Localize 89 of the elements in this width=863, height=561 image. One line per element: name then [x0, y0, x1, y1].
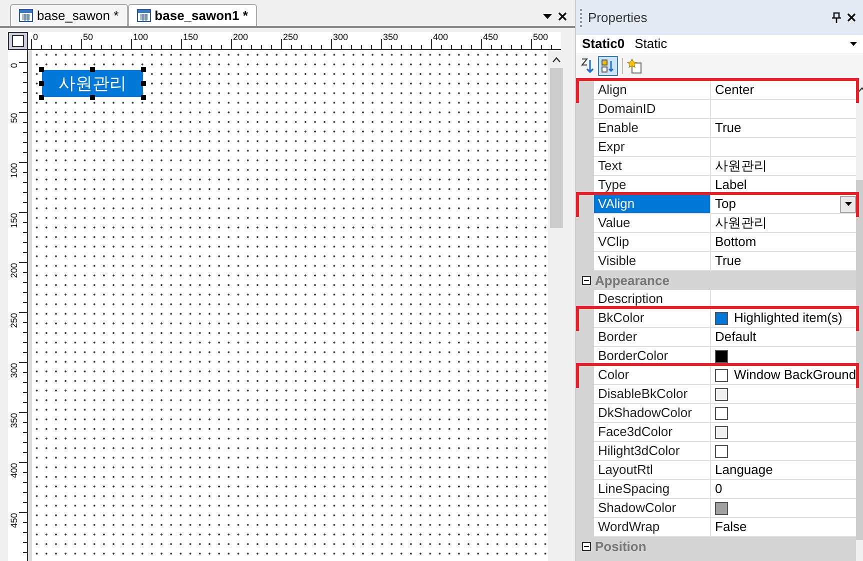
- ruler-label: 350: [383, 32, 398, 42]
- panel-title: Properties: [588, 8, 648, 27]
- property-name[interactable]: Expr: [594, 138, 711, 157]
- collapse-icon[interactable]: [582, 276, 591, 285]
- ruler-label: 450: [9, 513, 19, 528]
- property-value[interactable]: 0: [711, 480, 856, 499]
- ruler-label: 250: [283, 32, 298, 42]
- form-icon: [136, 9, 151, 22]
- close-icon[interactable]: [847, 13, 856, 22]
- property-name[interactable]: Value: [594, 214, 711, 233]
- pin-icon[interactable]: [832, 12, 841, 23]
- ruler-label: 100: [133, 32, 148, 42]
- scroll-up-icon[interactable]: [552, 57, 561, 63]
- property-name[interactable]: Text: [594, 157, 711, 176]
- property-value[interactable]: Top: [711, 195, 856, 214]
- category-label: Appearance: [595, 272, 670, 290]
- resize-handle[interactable]: [90, 95, 95, 100]
- dropdown-icon[interactable]: [543, 14, 552, 19]
- form-icon: [19, 9, 33, 22]
- property-value[interactable]: False: [711, 518, 856, 537]
- ruler-label: 150: [183, 32, 198, 42]
- ruler-label: 450: [483, 32, 498, 42]
- resize-handle[interactable]: [39, 67, 44, 72]
- design-canvas[interactable]: 사원관리: [28, 50, 565, 561]
- resize-handle[interactable]: [39, 81, 44, 86]
- ruler-label: 350: [9, 413, 19, 428]
- property-value[interactable]: Highlighted item(s): [711, 309, 856, 328]
- property-name[interactable]: ShadowColor: [594, 499, 711, 518]
- property-name[interactable]: DkShadowColor: [594, 404, 711, 423]
- document-tab[interactable]: base_sawon1 *: [128, 4, 257, 26]
- scroll-thumb[interactable]: [550, 68, 563, 228]
- ruler-label: 0: [33, 32, 38, 42]
- scrollbar[interactable]: [548, 50, 565, 561]
- caret-icon: [844, 202, 852, 206]
- categorized-button[interactable]: [598, 56, 618, 76]
- property-value[interactable]: 사원관리: [711, 157, 856, 176]
- resize-handle[interactable]: [141, 81, 146, 86]
- category-label: Position: [595, 538, 646, 556]
- property-name[interactable]: Face3dColor: [594, 423, 711, 442]
- resize-handle[interactable]: [141, 67, 146, 72]
- property-name[interactable]: LineSpacing: [594, 480, 711, 499]
- ruler-label: 500: [533, 32, 548, 42]
- static-label[interactable]: 사원관리: [42, 70, 143, 97]
- ruler-label: 0: [9, 63, 19, 68]
- dropdown-button[interactable]: [840, 196, 856, 212]
- ruler-label: 50: [9, 113, 19, 124]
- property-name[interactable]: Border: [594, 328, 711, 347]
- property-value[interactable]: Default: [711, 328, 856, 347]
- resize-handle[interactable]: [90, 67, 95, 72]
- collapse-icon[interactable]: [582, 542, 591, 551]
- property-value[interactable]: True: [711, 252, 856, 271]
- ruler-label: 250: [9, 313, 19, 328]
- property-name[interactable]: LayoutRtl: [594, 461, 711, 480]
- close-icon[interactable]: [558, 12, 567, 21]
- property-name[interactable]: Visible: [594, 252, 711, 271]
- property-value[interactable]: Center: [711, 81, 856, 100]
- sort-alpha-icon[interactable]: [580, 58, 594, 74]
- property-name[interactable]: Enable: [594, 119, 711, 138]
- ruler-label: 300: [333, 32, 348, 42]
- ruler-label: 200: [9, 263, 19, 278]
- property-value[interactable]: Window BackGround: [711, 366, 856, 385]
- property-pages-icon[interactable]: [627, 58, 643, 74]
- property-name[interactable]: Align: [594, 81, 711, 100]
- resize-handle[interactable]: [39, 95, 44, 100]
- property-name[interactable]: DomainID: [594, 100, 711, 119]
- property-name[interactable]: BkColor: [594, 309, 711, 328]
- document-tab[interactable]: base_sawon *: [10, 4, 128, 26]
- property-name[interactable]: WordWrap: [594, 518, 711, 537]
- ruler-label: 400: [9, 463, 19, 478]
- ruler-label: 50: [83, 32, 94, 42]
- ruler-label: 100: [9, 163, 19, 178]
- property-value[interactable]: Bottom: [711, 233, 856, 252]
- ruler-label: 400: [433, 32, 448, 42]
- ruler-label: 200: [233, 32, 248, 42]
- ruler-label: 300: [9, 363, 19, 378]
- property-value[interactable]: True: [711, 119, 856, 138]
- corner-box[interactable]: [8, 32, 28, 50]
- property-name[interactable]: Color: [594, 366, 711, 385]
- property-name[interactable]: VAlign: [594, 195, 711, 214]
- property-name[interactable]: VClip: [594, 233, 711, 252]
- resize-handle[interactable]: [141, 95, 146, 100]
- object-type: Static: [634, 35, 668, 54]
- ruler-label: 150: [9, 213, 19, 228]
- object-name: Static0: [582, 35, 625, 54]
- property-name[interactable]: DisableBkColor: [594, 385, 711, 404]
- property-name[interactable]: Hilight3dColor: [594, 442, 711, 461]
- dropdown-icon[interactable]: [850, 42, 857, 46]
- property-value[interactable]: 사원관리: [711, 214, 856, 233]
- property-value[interactable]: Language: [711, 461, 856, 480]
